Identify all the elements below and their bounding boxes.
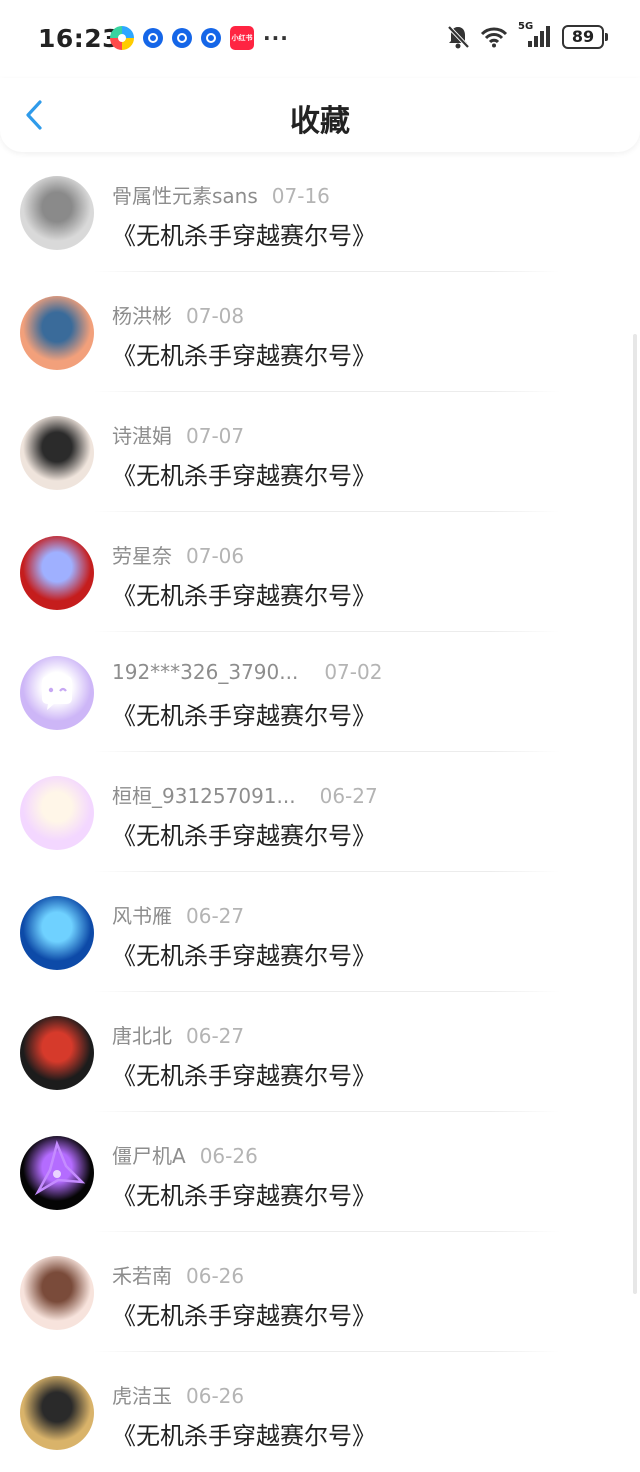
more-notifications-icon: ··· xyxy=(263,26,289,50)
favorite-title[interactable]: 《无机杀手穿越赛尔号》 xyxy=(112,456,376,491)
username[interactable]: 桓桓_931257091... xyxy=(112,784,296,808)
avatar[interactable] xyxy=(20,416,94,490)
username[interactable]: 唐北北 xyxy=(112,1024,172,1048)
status-bar: 16:23 小红书 ··· 5G 89 xyxy=(0,0,640,78)
avatar[interactable] xyxy=(20,896,94,970)
favorite-title[interactable]: 《无机杀手穿越赛尔号》 xyxy=(112,1056,376,1091)
avatar[interactable] xyxy=(20,776,94,850)
status-time: 16:23 xyxy=(38,24,121,53)
username[interactable]: 劳星奈 xyxy=(112,544,172,568)
favorite-title[interactable]: 《无机杀手穿越赛尔号》 xyxy=(112,336,376,371)
list-item[interactable]: 唐北北 06-27 《无机杀手穿越赛尔号》 xyxy=(0,992,640,1112)
blue-app-icon xyxy=(201,28,221,48)
avatar[interactable] xyxy=(20,296,94,370)
blue-app-icon xyxy=(143,28,163,48)
notification-icons: 小红书 ··· xyxy=(110,26,289,50)
username[interactable]: 骨属性元素sans xyxy=(112,184,258,208)
date: 07-08 xyxy=(186,304,245,328)
avatar[interactable] xyxy=(20,1136,94,1210)
date: 06-26 xyxy=(199,1144,258,1168)
list-item[interactable]: 禾若南 06-26 《无机杀手穿越赛尔号》 xyxy=(0,1232,640,1352)
username[interactable]: 诗湛娟 xyxy=(112,424,172,448)
list-item[interactable]: 192***326_3790... 07-02 《无机杀手穿越赛尔号》 xyxy=(0,632,640,752)
date: 06-27 xyxy=(186,904,245,928)
battery-indicator: 89 xyxy=(562,25,608,49)
favorite-title[interactable]: 《无机杀手穿越赛尔号》 xyxy=(112,576,376,611)
crystal-shape-icon xyxy=(34,1140,86,1196)
blue-app-icon xyxy=(172,28,192,48)
bell-muted-icon xyxy=(447,25,470,49)
list-item[interactable]: 诗湛娟 07-07 《无机杀手穿越赛尔号》 xyxy=(0,392,640,512)
favorite-title[interactable]: 《无机杀手穿越赛尔号》 xyxy=(112,1176,376,1211)
scrollbar[interactable] xyxy=(633,334,637,1294)
list-item[interactable]: 劳星奈 07-06 《无机杀手穿越赛尔号》 xyxy=(0,512,640,632)
list-item[interactable]: 骨属性元素sans 07-16 《无机杀手穿越赛尔号》 xyxy=(0,152,640,272)
date: 06-26 xyxy=(186,1264,245,1288)
date: 06-27 xyxy=(319,784,378,808)
avatar[interactable] xyxy=(20,176,94,250)
username[interactable]: 192***326_3790... xyxy=(112,660,298,684)
date: 06-26 xyxy=(186,1384,245,1408)
favorite-title[interactable]: 《无机杀手穿越赛尔号》 xyxy=(112,936,376,971)
list-item[interactable]: 风书雁 06-27 《无机杀手穿越赛尔号》 xyxy=(0,872,640,992)
chat-bubble-icon xyxy=(42,676,72,710)
xiaohongshu-app-icon: 小红书 xyxy=(230,26,254,50)
avatar[interactable] xyxy=(20,536,94,610)
favorite-title[interactable]: 《无机杀手穿越赛尔号》 xyxy=(112,1296,376,1331)
date: 07-02 xyxy=(324,660,383,684)
username[interactable]: 虎洁玉 xyxy=(112,1384,172,1408)
avatar[interactable] xyxy=(20,656,94,730)
date: 07-16 xyxy=(271,184,330,208)
favorite-title[interactable]: 《无机杀手穿越赛尔号》 xyxy=(112,816,376,851)
date: 06-27 xyxy=(186,1024,245,1048)
favorite-title[interactable]: 《无机杀手穿越赛尔号》 xyxy=(112,696,376,731)
username[interactable]: 风书雁 xyxy=(112,904,172,928)
avatar[interactable] xyxy=(20,1256,94,1330)
wifi-icon xyxy=(480,27,508,48)
page-header: 收藏 xyxy=(0,78,640,152)
avatar[interactable] xyxy=(20,1376,94,1450)
list-item[interactable]: 僵尸机A 06-26 《无机杀手穿越赛尔号》 xyxy=(0,1112,640,1232)
system-icons: 5G 89 xyxy=(446,21,608,50)
favorites-list: 骨属性元素sans 07-16 《无机杀手穿越赛尔号》 杨洪彬 07-08 《无机杀… xyxy=(0,152,640,1450)
username[interactable]: 杨洪彬 xyxy=(112,304,172,328)
username[interactable]: 禾若南 xyxy=(112,1264,172,1288)
date: 07-06 xyxy=(186,544,245,568)
list-item[interactable]: 桓桓_931257091... 06-27 《无机杀手穿越赛尔号》 xyxy=(0,752,640,872)
date: 07-07 xyxy=(186,424,245,448)
list-item[interactable]: 虎洁玉 06-26 《无机杀手穿越赛尔号》 xyxy=(0,1352,640,1472)
username[interactable]: 僵尸机A xyxy=(112,1144,186,1168)
signal-5g-icon: 5G xyxy=(518,21,552,49)
avatar[interactable] xyxy=(20,1016,94,1090)
favorite-title[interactable]: 《无机杀手穿越赛尔号》 xyxy=(112,216,376,251)
list-item[interactable]: 杨洪彬 07-08 《无机杀手穿越赛尔号》 xyxy=(0,272,640,392)
favorite-title[interactable]: 《无机杀手穿越赛尔号》 xyxy=(112,1416,376,1451)
pinwheel-app-icon xyxy=(110,26,134,50)
page-title: 收藏 xyxy=(290,104,350,139)
